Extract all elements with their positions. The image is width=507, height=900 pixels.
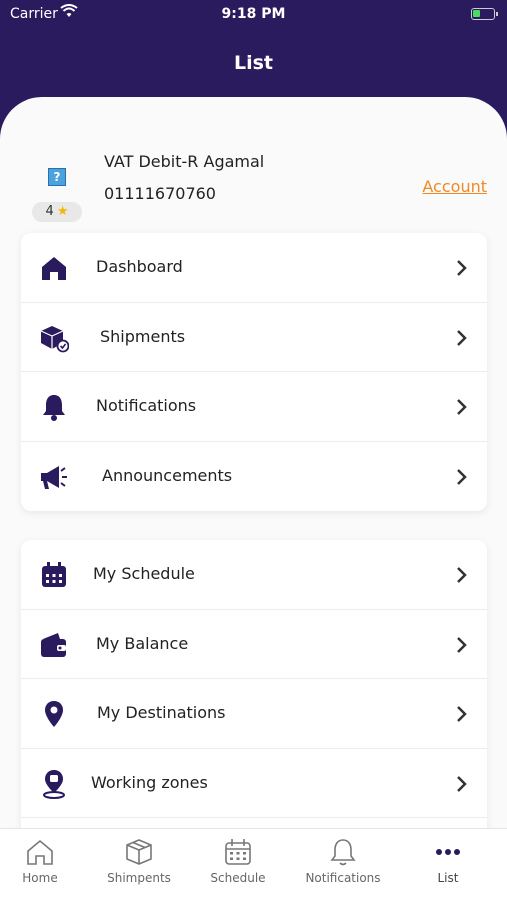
box-outline-icon <box>126 839 152 865</box>
avatar: ? 4 ★ <box>22 139 94 222</box>
tab-bar: Home Shimpents Schedule Notifications Li… <box>0 828 507 900</box>
bell-icon <box>43 395 65 421</box>
home-icon <box>42 257 66 280</box>
chevron-right-icon <box>457 775 467 792</box>
tab-label: Home <box>22 871 58 885</box>
tab-label: List <box>437 871 459 885</box>
tab-schedule[interactable]: Schedule <box>193 837 283 885</box>
menu-item-label: Notifications <box>96 396 197 415</box>
menu-item-label: Announcements <box>102 465 233 485</box>
tab-label: Notifications <box>305 871 381 885</box>
menu-item-label: My Balance <box>96 633 189 653</box>
battery-icon <box>471 8 498 20</box>
menu-item-my-balance[interactable]: My Balance <box>21 610 487 679</box>
profile-section: ? 4 ★ VAT Debit-R Agamal 01111670760 Acco… <box>0 117 507 222</box>
bell-outline-icon <box>330 839 356 866</box>
star-icon: ★ <box>56 204 69 219</box>
tab-home[interactable]: Home <box>0 837 85 885</box>
user-name: VAT Debit-R Agamal <box>104 152 265 171</box>
tab-shipments[interactable]: Shimpents <box>94 837 184 885</box>
page-title: List <box>233 52 273 74</box>
chevron-right-icon <box>457 329 467 346</box>
location-pin-icon <box>45 701 63 727</box>
tab-label: Shimpents <box>107 871 171 885</box>
menu-item-shipments[interactable]: Shipments <box>21 303 487 372</box>
content-sheet: ? 4 ★ VAT Debit-R Agamal 01111670760 Acco… <box>0 97 507 837</box>
menu-card-primary: Dashboard Shipments Notifications Announ… <box>21 233 487 511</box>
account-link[interactable]: Account <box>422 177 487 196</box>
megaphone-icon <box>41 465 67 489</box>
calendar-outline-icon <box>225 839 251 865</box>
menu-item-label: Working zones <box>91 772 208 792</box>
rating-badge: 4 ★ <box>32 202 82 222</box>
rating-value: 4 <box>45 204 54 219</box>
more-dots-icon <box>436 849 460 855</box>
wallet-icon <box>41 632 66 657</box>
tab-label: Schedule <box>210 871 266 885</box>
home-outline-icon <box>27 839 53 865</box>
menu-item-label: Dashboard <box>96 257 183 276</box>
menu-item-my-destinations[interactable]: My Destinations <box>21 679 487 749</box>
package-icon <box>40 325 69 352</box>
chevron-right-icon <box>457 399 467 415</box>
tab-notifications[interactable]: Notifications <box>298 837 388 885</box>
status-bar: Carrier 9:18 PM <box>0 0 507 30</box>
chevron-right-icon <box>457 468 467 485</box>
menu-item-notifications[interactable]: Notifications <box>21 372 487 442</box>
menu-item-label: Shipments <box>100 326 186 346</box>
chevron-right-icon <box>457 260 467 276</box>
clock: 9:18 PM <box>221 6 286 22</box>
menu-card-secondary: My Schedule My Balance My Destinations W… <box>21 540 487 837</box>
menu-item-label: My Schedule <box>93 564 195 583</box>
user-phone: 01111670760 <box>104 184 216 203</box>
menu-item-working-zones[interactable]: Working zones <box>21 749 487 818</box>
menu-item-dashboard[interactable]: Dashboard <box>21 233 487 303</box>
zone-pin-icon <box>43 769 65 799</box>
menu-item-label: My Destinations <box>97 703 226 722</box>
chevron-right-icon <box>457 706 467 722</box>
menu-item-announcements[interactable]: Announcements <box>21 442 487 512</box>
calendar-icon <box>42 562 66 587</box>
tab-list[interactable]: List <box>403 837 493 885</box>
menu-item-my-schedule[interactable]: My Schedule <box>21 540 487 610</box>
chevron-right-icon <box>457 636 467 653</box>
chevron-right-icon <box>457 567 467 583</box>
avatar-placeholder-icon: ? <box>48 168 66 186</box>
